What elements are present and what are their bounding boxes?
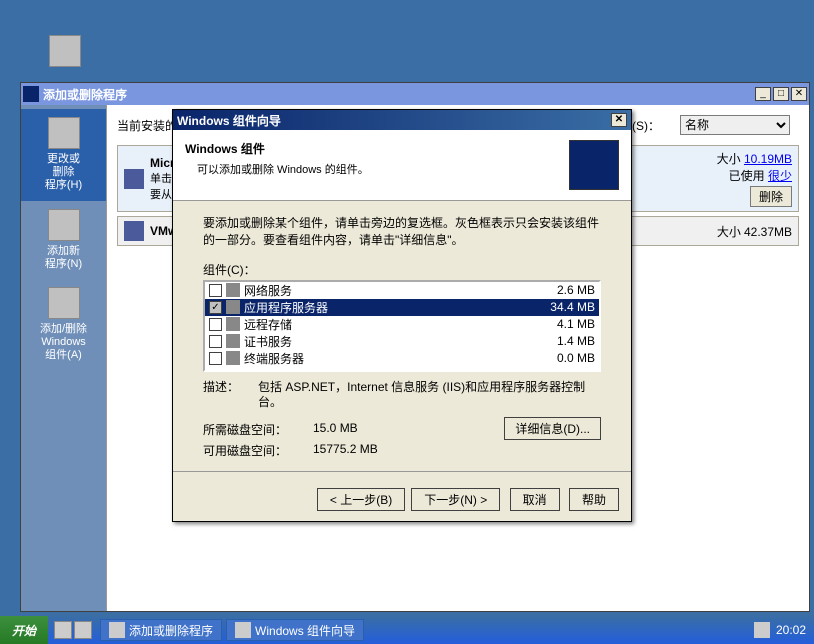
- tray-icon[interactable]: [754, 622, 770, 638]
- taskbar: 开始 添加或删除程序 Windows 组件向导 20:02: [0, 616, 814, 644]
- sidebar-item-add-new[interactable]: 添加新 程序(N): [21, 201, 106, 279]
- help-button[interactable]: 帮助: [569, 488, 619, 511]
- maximize-button[interactable]: □: [773, 87, 789, 101]
- add-remove-window: 添加或删除程序 _ □ ✕ 更改或 删除 程序(H) 添加新 程序(N): [20, 82, 810, 612]
- wizard-heading: Windows 组件: [185, 140, 569, 157]
- avail-space-label: 可用磁盘空间：: [203, 442, 313, 459]
- terminal-icon: [226, 351, 240, 365]
- component-row-remote-storage[interactable]: 远程存储 4.1 MB: [205, 316, 599, 333]
- req-space-label: 所需磁盘空间：: [203, 421, 313, 438]
- window-title: 添加或删除程序: [43, 86, 755, 103]
- wizard-titlebar: Windows 组件向导 ✕: [173, 110, 631, 130]
- components-label: 组件(C)：: [203, 261, 601, 278]
- clock: 20:02: [776, 623, 806, 637]
- task-addremove[interactable]: 添加或删除程序: [100, 619, 222, 641]
- task-wizard[interactable]: Windows 组件向导: [226, 619, 364, 641]
- desktop: 添加或删除程序 _ □ ✕ 更改或 删除 程序(H) 添加新 程序(N): [0, 0, 814, 616]
- program-icon: [124, 169, 144, 189]
- sort-select[interactable]: 名称: [680, 115, 790, 135]
- windows-icon: [48, 287, 80, 319]
- size-link[interactable]: 10.19MB: [744, 152, 792, 166]
- component-row-cert[interactable]: 证书服务 1.4 MB: [205, 333, 599, 350]
- cancel-button[interactable]: 取消: [510, 488, 560, 511]
- checkbox-icon[interactable]: [209, 284, 222, 297]
- sidebar-item-change-remove[interactable]: 更改或 删除 程序(H): [21, 109, 106, 201]
- wizard-description: 要添加或删除某个组件，请单击旁边的复选框。灰色框表示只会安装该组件的一部分。要查…: [203, 215, 601, 249]
- minimize-button[interactable]: _: [755, 87, 771, 101]
- system-tray: 20:02: [746, 622, 814, 638]
- cert-icon: [226, 334, 240, 348]
- wizard-header-icon: [569, 140, 619, 190]
- component-row-terminal[interactable]: 终端服务器 0.0 MB: [205, 350, 599, 367]
- checkbox-icon[interactable]: [209, 318, 222, 331]
- req-space-value: 15.0 MB: [313, 421, 443, 438]
- checkbox-icon[interactable]: [209, 335, 222, 348]
- checkbox-icon[interactable]: [209, 352, 222, 365]
- component-row-appserver[interactable]: ✓ 应用程序服务器 34.4 MB: [205, 299, 599, 316]
- wizard-subheading: 可以添加或删除 Windows 的组件。: [197, 161, 569, 177]
- used-link[interactable]: 很少: [768, 169, 792, 183]
- storage-icon: [226, 317, 240, 331]
- next-button[interactable]: 下一步(N) >: [411, 488, 500, 511]
- details-button[interactable]: 详细信息(D)...: [504, 417, 601, 440]
- task-icon: [235, 622, 251, 638]
- component-list[interactable]: 网络服务 2.6 MB ✓ 应用程序服务器 34.4 MB: [203, 280, 601, 372]
- add-icon: [48, 209, 80, 241]
- start-button[interactable]: 开始: [0, 616, 48, 644]
- desc2-label: 描述：: [203, 380, 258, 411]
- titlebar: 添加或删除程序 _ □ ✕: [21, 83, 809, 105]
- component-row-network[interactable]: 网络服务 2.6 MB: [205, 282, 599, 299]
- quicklaunch-ie-icon[interactable]: [54, 621, 72, 639]
- back-button[interactable]: < 上一步(B): [317, 488, 405, 511]
- folder-icon: [226, 283, 240, 297]
- desc2-text: 包括 ASP.NET，Internet 信息服务 (IIS)和应用程序服务器控制…: [258, 380, 601, 411]
- remove-button[interactable]: 删除: [750, 186, 792, 207]
- task-icon: [109, 622, 125, 638]
- wizard-close-button[interactable]: ✕: [611, 113, 627, 127]
- quicklaunch-desktop-icon[interactable]: [74, 621, 92, 639]
- box-icon: [48, 117, 80, 149]
- main-panel: 当前安装的程序： 显示更新(D) 排序方式(S)： 名称 Micros 单击此处…: [106, 105, 809, 611]
- sidebar: 更改或 删除 程序(H) 添加新 程序(N) 添加/删除 Windows 组件(…: [21, 105, 106, 611]
- wizard-dialog: Windows 组件向导 ✕ Windows 组件 可以添加或删除 Window…: [172, 109, 632, 522]
- desktop-icon-help[interactable]: [40, 35, 90, 71]
- app-icon: [23, 86, 39, 102]
- help-icon: [49, 35, 81, 67]
- close-button[interactable]: ✕: [791, 87, 807, 101]
- watermark: 51CTO.com 技术博客 Blog: [673, 543, 804, 586]
- sidebar-item-windows-components[interactable]: 添加/删除 Windows 组件(A): [21, 279, 106, 371]
- program-icon: [124, 221, 144, 241]
- avail-space-value: 15775.2 MB: [313, 442, 443, 459]
- server-icon: [226, 300, 240, 314]
- checkbox-icon[interactable]: ✓: [209, 301, 222, 314]
